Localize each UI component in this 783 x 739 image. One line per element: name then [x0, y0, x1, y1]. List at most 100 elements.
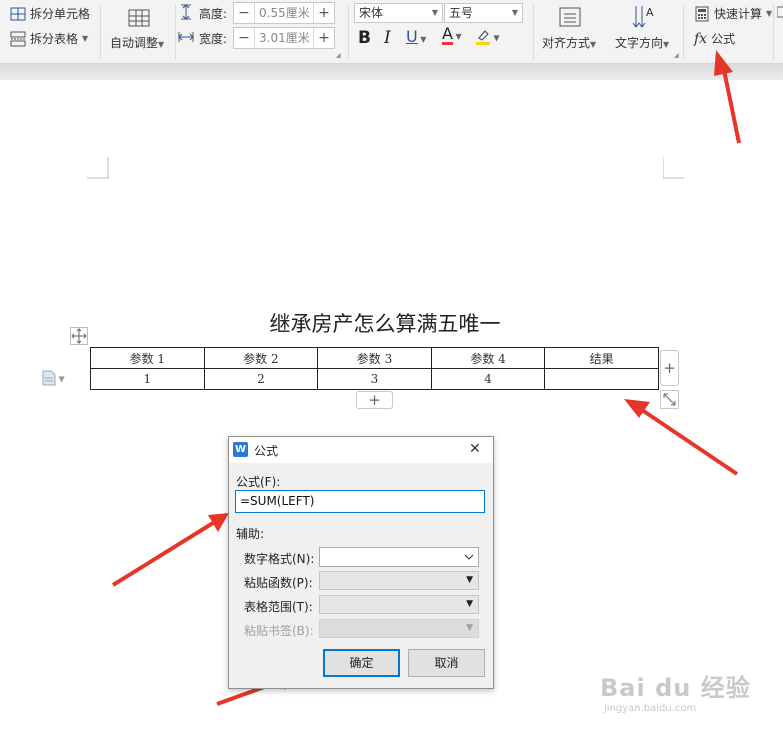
chevron-down-icon: ▼	[766, 9, 773, 18]
ribbon-toolbar: 拆分单元格 拆分表格 ▼ 自动调整▼ 高度: − 0.55厘米 + 宽度: − …	[0, 0, 783, 64]
chevron-down-icon: ▼	[431, 8, 438, 17]
paste-function-label: 粘贴函数(P):	[244, 576, 313, 590]
paste-bookmark-label: 粘贴书签(B):	[244, 624, 314, 638]
ribbon-separator	[175, 4, 176, 60]
highlight-button[interactable]: ▼	[475, 28, 500, 46]
width-value[interactable]: 3.01厘米	[254, 28, 314, 48]
underline-button[interactable]: U ▼	[406, 27, 426, 46]
app-icon: W	[233, 442, 248, 457]
svg-text:A: A	[646, 6, 654, 19]
dialog-title: 公式	[254, 444, 279, 458]
split-table-button[interactable]: 拆分表格 ▼	[10, 30, 88, 47]
bold-button[interactable]: B	[358, 28, 371, 48]
watermark: Bai du 经验 jingyan.baidu.com	[600, 668, 751, 714]
paste-bookmark-select: ▼	[319, 619, 479, 638]
width-increase-button[interactable]: +	[314, 30, 334, 46]
table-cell[interactable]: 2	[203, 368, 319, 390]
fx-icon: fx	[694, 30, 708, 47]
cancel-button[interactable]: 取消	[408, 649, 485, 677]
table-cell[interactable]: 参数 2	[203, 347, 319, 369]
ok-button[interactable]: 确定	[323, 649, 400, 677]
underline-label: U	[406, 27, 418, 46]
formula-button[interactable]: fx 公式	[694, 30, 735, 47]
formula-input[interactable]: =SUM(LEFT)	[235, 490, 485, 513]
calculator-icon	[695, 6, 709, 21]
table-cell[interactable]: 1	[90, 368, 205, 390]
chevron-down-icon: ▼	[491, 33, 500, 43]
alignment-label: 对齐方式	[542, 36, 591, 50]
text-direction-label: 文字方向	[615, 36, 664, 50]
height-increase-button[interactable]: +	[314, 5, 334, 21]
table-header-row: 参数 1 参数 2 参数 3 参数 4 结果	[90, 347, 659, 369]
table-range-select[interactable]: ▼	[319, 595, 479, 614]
chevron-down-icon: ▼	[511, 8, 518, 17]
font-size-select[interactable]: 五号 ▼	[444, 3, 523, 23]
height-stepper[interactable]: − 0.55厘米 +	[233, 2, 335, 24]
page-corner-mark	[87, 157, 109, 179]
paste-function-select[interactable]: ▼	[319, 571, 479, 590]
table-cell[interactable]: 参数 1	[90, 347, 205, 369]
page-corner-mark	[663, 157, 684, 179]
auto-adjust-label: 自动调整	[110, 36, 159, 50]
table-row: 1 2 3 4	[90, 368, 659, 390]
split-cells-label: 拆分单元格	[30, 7, 91, 21]
font-name-value: 宋体	[359, 6, 384, 20]
add-row-button[interactable]: +	[356, 391, 393, 409]
text-direction-button[interactable]: A 文字方向▼	[613, 4, 675, 56]
document-title: 继承房产怎么算满五唯一	[269, 312, 501, 336]
quick-calc-label: 快速计算	[714, 7, 763, 21]
dialog-launcher-icon[interactable]: ◢	[674, 52, 679, 59]
height-value[interactable]: 0.55厘米	[254, 3, 314, 23]
quick-calc-button[interactable]: 快速计算 ▼	[694, 5, 772, 22]
chevron-down-icon: ▼	[466, 623, 473, 633]
ribbon-separator	[773, 4, 774, 60]
chevron-down-icon: ▼	[466, 575, 473, 585]
width-stepper[interactable]: − 3.01厘米 +	[233, 27, 335, 49]
dialog-title-bar[interactable]: W 公式 ✕	[229, 437, 493, 463]
table-range-label: 表格范围(T):	[244, 600, 313, 614]
add-column-button[interactable]: +	[660, 350, 679, 386]
table-cell[interactable]: 3	[317, 368, 432, 390]
red-arrow-icon	[111, 513, 229, 587]
dialog-launcher-icon[interactable]: ◢	[336, 52, 341, 59]
table-cell[interactable]: 参数 3	[317, 347, 432, 369]
split-table-icon	[10, 31, 26, 46]
font-name-select[interactable]: 宋体 ▼	[354, 3, 443, 23]
align-icon	[559, 7, 581, 27]
more-icon[interactable]	[777, 6, 783, 18]
watermark-url: jingyan.baidu.com	[604, 703, 697, 714]
row-height-icon	[181, 4, 191, 20]
auto-adjust-button[interactable]: 自动调整▼	[108, 4, 170, 56]
font-color-label: A	[442, 24, 453, 45]
split-cells-icon	[10, 7, 26, 20]
ribbon-separator	[533, 4, 534, 60]
number-format-select[interactable]	[319, 547, 479, 567]
italic-button[interactable]: I	[384, 28, 391, 48]
highlighter-icon	[476, 30, 490, 45]
chevron-down-icon: ▼	[452, 32, 462, 41]
table-cell[interactable]: 参数 4	[430, 347, 546, 369]
text-direction-icon: A	[632, 6, 654, 28]
paragraph-style-button[interactable]: ▼	[42, 370, 65, 386]
watermark-brand: Bai du 经验	[600, 674, 751, 702]
chevron-down-icon: ▼	[158, 40, 165, 49]
chevron-down-icon: ▼	[663, 40, 670, 49]
result-cell[interactable]	[544, 368, 659, 390]
alignment-button[interactable]: 对齐方式▼	[540, 4, 602, 56]
table-cell[interactable]: 4	[430, 368, 546, 390]
chevron-down-icon: ▼	[56, 374, 65, 384]
chevron-down-icon	[464, 554, 474, 560]
width-decrease-button[interactable]: −	[234, 30, 254, 46]
column-width-icon	[178, 32, 194, 42]
font-color-button[interactable]: A ▼	[442, 26, 462, 45]
font-size-value: 五号	[449, 6, 474, 20]
split-cells-button[interactable]: 拆分单元格	[10, 5, 90, 22]
aux-label: 辅助:	[236, 527, 265, 541]
formula-label: 公式(F):	[236, 475, 281, 489]
table-resize-handle[interactable]	[660, 390, 679, 409]
height-decrease-button[interactable]: −	[234, 5, 254, 21]
number-format-label: 数字格式(N):	[244, 552, 315, 566]
height-label: 高度:	[199, 7, 228, 21]
close-icon[interactable]: ✕	[469, 441, 481, 457]
table-cell[interactable]: 结果	[544, 347, 659, 369]
